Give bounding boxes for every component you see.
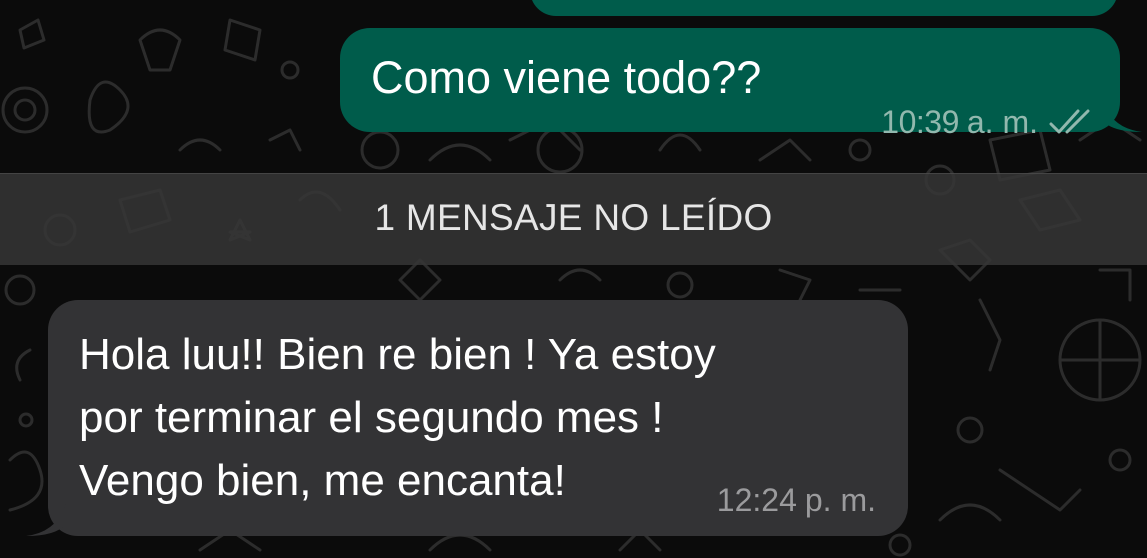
- message-text: Como viene todo??: [371, 52, 762, 103]
- message-line: Vengo bien, me encanta!: [79, 456, 566, 505]
- message-text: Hola luu!! Bien re bien ! Ya estoy por t…: [79, 323, 716, 512]
- message-line: por terminar el segundo mes !: [79, 393, 664, 442]
- message-line: Hola luu!! Bien re bien ! Ya estoy: [79, 330, 716, 379]
- incoming-message-bubble[interactable]: Hola luu!! Bien re bien ! Ya estoy por t…: [26, 300, 908, 536]
- bubble-tail-icon: [1102, 98, 1142, 132]
- message-ampm: a. m.: [966, 104, 1038, 140]
- unread-messages-divider: 1 MENSAJE NO LEÍDO: [0, 173, 1147, 265]
- outgoing-message-bubble[interactable]: Como viene todo?? 10:39 a. m.: [340, 28, 1142, 140]
- unread-divider-label: 1 MENSAJE NO LEÍDO: [374, 197, 773, 238]
- message-meta: 12:24 p. m.: [717, 480, 876, 520]
- message-meta: 10:39 a. m.: [881, 102, 1094, 142]
- message-time: 12:24: [716, 482, 797, 518]
- double-check-icon: [1049, 109, 1090, 134]
- message-ampm: p. m.: [804, 482, 876, 518]
- bubble-tail-icon: [26, 502, 66, 536]
- previous-outgoing-bubble[interactable]: [530, 0, 1118, 16]
- message-time: 10:39: [881, 104, 959, 140]
